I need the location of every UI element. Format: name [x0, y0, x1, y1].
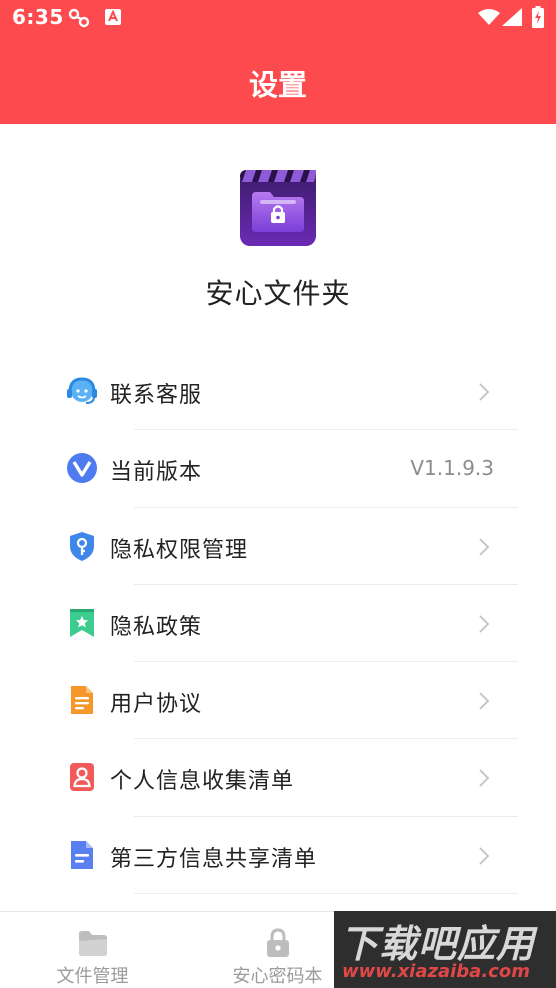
menu-item-label: 当前版本 — [110, 460, 203, 486]
bookmark-star-icon — [70, 608, 94, 637]
chevron-right-icon — [479, 769, 490, 788]
notification-app-icon — [105, 9, 121, 25]
chevron-right-icon — [479, 615, 490, 633]
menu-item-label: 隐私政策 — [110, 614, 203, 640]
chevron-right-icon — [479, 383, 490, 401]
app-info: 安心文件夹 — [0, 124, 556, 344]
customer-service-icon — [67, 377, 97, 404]
menu-item-label: 用户协议 — [110, 692, 203, 718]
watermark-title: 下载吧应用 — [340, 922, 536, 966]
menu-item-customer-service[interactable]: 联系客服 — [0, 353, 556, 431]
menu-item-label: 个人信息收集清单 — [110, 769, 295, 795]
menu-item-third-party-sharing[interactable]: 第三方信息共享清单 — [0, 817, 556, 895]
menu-item-label: 隐私权限管理 — [110, 537, 249, 563]
app-logo-icon — [240, 170, 316, 246]
watermark-url: www.xiazaiba.com — [342, 961, 530, 982]
status-bar: 6:35 — [0, 0, 556, 36]
menu-item-label: 联系客服 — [110, 383, 203, 408]
tab-file-manager[interactable]: 文件管理 — [0, 912, 185, 988]
lock-icon — [266, 928, 289, 957]
tab-label: 文件管理 — [56, 966, 129, 987]
wifi-icon — [478, 9, 500, 25]
menu-item-user-agreement[interactable]: 用户协议 — [0, 662, 556, 740]
settings-menu: 联系客服 当前版本 V1.1.9.3 隐私权限管理 隐私政策 用户协议 个人信息… — [0, 353, 556, 895]
menu-item-privacy-policy[interactable]: 隐私政策 — [0, 585, 556, 663]
menu-item-current-version[interactable]: 当前版本 V1.1.9.3 — [0, 430, 556, 508]
title-bar: 设置 — [0, 36, 556, 124]
menu-item-privacy-permissions[interactable]: 隐私权限管理 — [0, 508, 556, 585]
status-time: 6:35 — [12, 5, 64, 29]
shield-icon — [70, 531, 94, 561]
divider — [134, 893, 518, 895]
version-icon — [67, 453, 97, 484]
notification-link-icon — [68, 8, 90, 28]
person-card-icon — [70, 763, 94, 792]
document-icon — [71, 686, 93, 715]
shared-doc-icon — [71, 840, 93, 869]
page-title: 设置 — [248, 68, 307, 102]
signal-icon — [502, 8, 522, 26]
menu-item-label: 第三方信息共享清单 — [110, 846, 318, 872]
folder-icon — [78, 931, 107, 956]
chevron-right-icon — [479, 847, 490, 865]
version-value: V1.1.9.3 — [410, 456, 494, 481]
chevron-right-icon — [479, 692, 490, 710]
battery-icon — [532, 6, 544, 28]
chevron-right-icon — [479, 537, 490, 556]
watermark-logo: 下载吧应用 www.xiazaiba.com — [334, 911, 556, 988]
app-name: 安心文件夹 — [205, 277, 351, 310]
menu-item-personal-info-list[interactable]: 个人信息收集清单 — [0, 739, 556, 817]
